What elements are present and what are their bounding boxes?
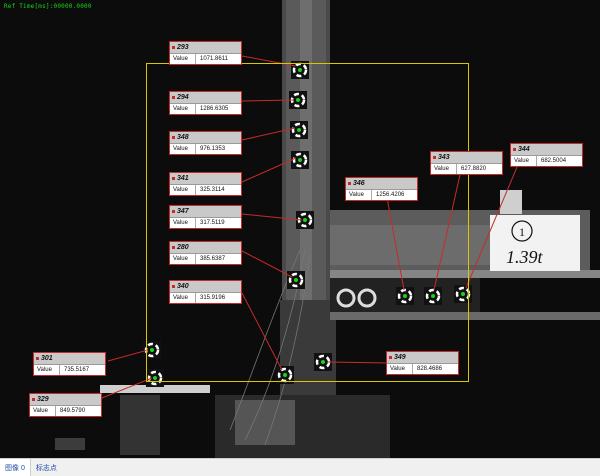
tag-marker-icon — [389, 356, 392, 359]
tag-marker-icon — [172, 46, 175, 49]
measurement-tag-341[interactable]: 341 Value 325.3114 — [169, 172, 242, 196]
tag-value: 315.9196 — [200, 295, 226, 301]
tag-value: 828.4686 — [417, 366, 443, 372]
tag-value: 849.5790 — [60, 408, 86, 414]
tag-id: 347 — [177, 208, 189, 215]
tag-marker-icon — [36, 357, 39, 360]
tag-marker-icon — [172, 285, 175, 288]
tag-key: Value — [511, 156, 537, 166]
measurement-tag-293[interactable]: 293 Value 1071.8611 — [169, 41, 242, 65]
measurement-tag-348[interactable]: 348 Value 976.1353 — [169, 131, 242, 155]
tab-image[interactable]: 图像 0 — [0, 459, 31, 476]
tag-key: Value — [170, 218, 196, 228]
tag-marker-icon — [513, 148, 516, 151]
measurement-tag-347[interactable]: 347 Value 317.5119 — [169, 205, 242, 229]
target-marker — [424, 287, 442, 305]
tag-value: 976.1353 — [200, 146, 226, 152]
tag-key: Value — [387, 364, 413, 374]
tag-id: 340 — [177, 283, 189, 290]
tag-marker-icon — [172, 96, 175, 99]
measurement-tag-343[interactable]: 343 Value 627.8820 — [430, 151, 503, 175]
tag-value: 627.8820 — [461, 166, 487, 172]
tag-id: 346 — [353, 180, 365, 187]
tag-marker-icon — [348, 182, 351, 185]
tag-key: Value — [170, 54, 196, 64]
tag-id: 329 — [37, 396, 49, 403]
measurement-tag-344[interactable]: 344 Value 682.5004 — [510, 143, 583, 167]
tag-value: 1286.6305 — [200, 106, 229, 112]
tag-key: Value — [170, 185, 196, 195]
placard-number: 1 — [519, 225, 525, 239]
target-marker — [396, 287, 414, 305]
bottom-tab-bar: 图像 0 标志点 — [0, 458, 600, 476]
target-marker — [291, 151, 309, 169]
tag-key: Value — [170, 293, 196, 303]
tag-value: 735.5167 — [64, 367, 90, 373]
tag-key: Value — [431, 164, 457, 174]
tag-id: 293 — [177, 44, 189, 51]
measurement-tag-340[interactable]: 340 Value 315.9196 — [169, 280, 242, 304]
measurement-tag-349[interactable]: 349 Value 828.4686 — [386, 351, 459, 375]
tag-id: 294 — [177, 94, 189, 101]
tag-value: 317.5119 — [200, 220, 225, 226]
tag-marker-icon — [32, 398, 35, 401]
image-viewport[interactable]: 1 1.39t Ref Time[ms]:00000.0000 293 Valu… — [0, 0, 600, 458]
tag-marker-icon — [172, 177, 175, 180]
target-marker — [290, 121, 308, 139]
target-marker — [287, 271, 305, 289]
tag-value: 385.6387 — [200, 256, 226, 262]
tag-key: Value — [30, 406, 56, 416]
tag-value: 325.3114 — [200, 187, 225, 193]
tab-markers[interactable]: 标志点 — [31, 459, 62, 476]
target-marker — [454, 285, 472, 303]
target-marker — [291, 61, 309, 79]
tag-key: Value — [34, 365, 60, 375]
measurement-tag-301[interactable]: 301 Value 735.5167 — [33, 352, 106, 376]
tag-marker-icon — [172, 136, 175, 139]
tag-id: 280 — [177, 244, 189, 251]
placard-text: 1.39t — [506, 247, 544, 267]
measurement-tag-346[interactable]: 346 Value 1256.4206 — [345, 177, 418, 201]
tag-id: 349 — [394, 354, 406, 361]
measurement-tag-329[interactable]: 329 Value 849.5790 — [29, 393, 102, 417]
tag-marker-icon — [172, 246, 175, 249]
tag-marker-icon — [172, 210, 175, 213]
tag-key: Value — [170, 104, 196, 114]
tag-key: Value — [170, 254, 196, 264]
tag-id: 341 — [177, 175, 189, 182]
camera-image: 1 1.39t — [0, 0, 600, 458]
tag-id: 301 — [41, 355, 53, 362]
tag-id: 344 — [518, 146, 530, 153]
measurement-tag-294[interactable]: 294 Value 1286.6305 — [169, 91, 242, 115]
target-marker — [146, 369, 164, 387]
target-marker — [276, 366, 294, 384]
tag-id: 343 — [438, 154, 450, 161]
tag-value: 682.5004 — [541, 158, 567, 164]
target-marker — [143, 341, 161, 359]
measurement-tag-280[interactable]: 280 Value 385.6387 — [169, 241, 242, 265]
tag-value: 1256.4206 — [376, 192, 405, 198]
tag-id: 348 — [177, 134, 189, 141]
tag-key: Value — [170, 144, 196, 154]
tag-marker-icon — [433, 156, 436, 159]
reference-time-readout: Ref Time[ms]:00000.0000 — [4, 3, 92, 10]
tag-key: Value — [346, 190, 372, 200]
tag-value: 1071.8611 — [200, 56, 228, 62]
